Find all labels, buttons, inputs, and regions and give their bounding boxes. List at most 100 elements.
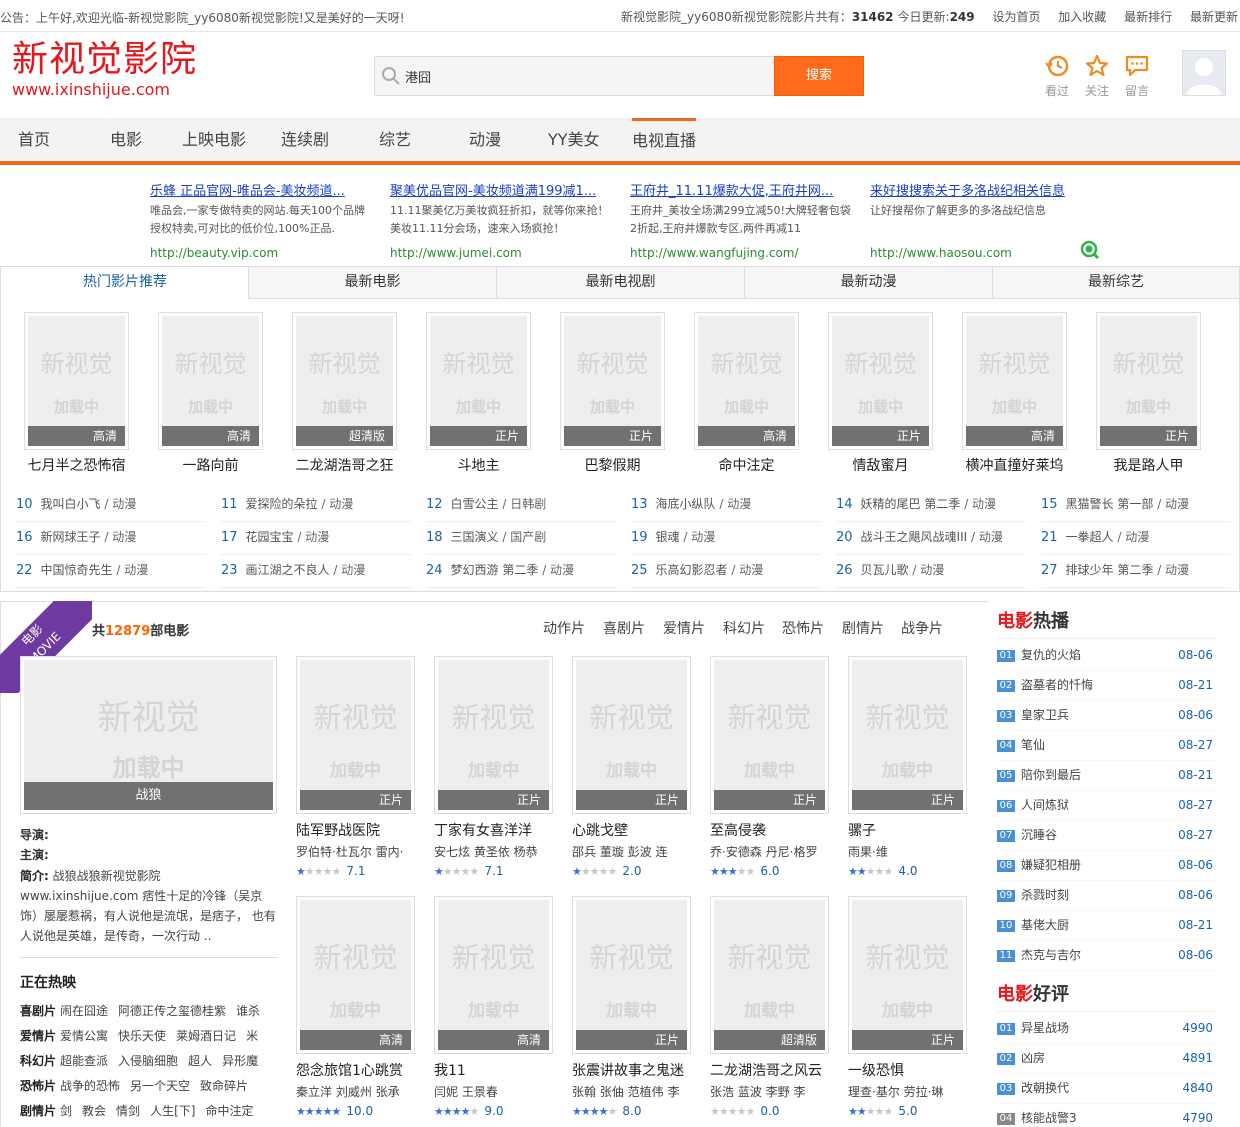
rank-title[interactable]: 白雪公主 — [451, 497, 499, 511]
rank-genre[interactable]: 动漫 — [727, 497, 751, 511]
poster-title[interactable]: 情敌蜜月 — [814, 455, 947, 475]
ad-url[interactable]: http://www.haosou.com — [870, 246, 1100, 260]
rank-title[interactable]: 战斗王之飓风战魂III — [861, 530, 968, 544]
hot-list-item[interactable]: 10 基佬大厨 08-21 — [997, 911, 1217, 941]
now-playing-label[interactable]: 剧情片 — [20, 1104, 56, 1118]
movie-poster[interactable]: 新视觉 加载中 正片 — [426, 312, 531, 450]
poster-title[interactable]: 一路向前 — [144, 455, 277, 475]
hot-list-title[interactable]: 基佬大厨 — [1021, 918, 1069, 932]
rank-title[interactable]: 一拳超人 — [1066, 530, 1114, 544]
nav-yy-beauty[interactable]: YY美女 — [548, 118, 600, 161]
category-scifi[interactable]: 科幻片 — [723, 618, 765, 638]
movie-poster[interactable]: 新视觉 加载中 正片 — [434, 656, 553, 814]
now-playing-item[interactable]: 另一个天空 — [130, 1079, 190, 1093]
now-playing-item[interactable]: 战争的恐怖 — [60, 1079, 120, 1093]
hot-list-item[interactable]: 03 皇家卫兵 08-06 — [997, 701, 1217, 731]
good-list-title[interactable]: 异星战场 — [1021, 1021, 1069, 1035]
rank-title[interactable]: 乐高幻影忍者 — [656, 563, 728, 577]
history-button[interactable]: 看过 — [1042, 54, 1072, 99]
now-playing-label[interactable]: 科幻片 — [20, 1054, 56, 1068]
poster-title[interactable]: 巴黎假期 — [546, 455, 679, 475]
tab-latest-tv[interactable]: 最新电视剧 — [496, 267, 744, 299]
movie-title[interactable]: 一级恐惧 — [848, 1060, 904, 1080]
poster-title[interactable]: 斗地主 — [412, 455, 545, 475]
rank-title[interactable]: 梦幻西游 第二季 — [451, 563, 539, 577]
movie-poster[interactable]: 新视觉 加载中 正片 — [848, 656, 967, 814]
hot-list-title[interactable]: 人间炼狱 — [1021, 798, 1069, 812]
good-list-item[interactable]: 04 核能战警3 4790 — [997, 1104, 1217, 1127]
rank-title[interactable]: 爱探险的朵拉 — [246, 497, 318, 511]
latest-rank-link[interactable]: 最新排行 — [1124, 10, 1172, 24]
movie-title[interactable]: 我11 — [434, 1060, 466, 1080]
now-playing-item[interactable]: 谁杀 — [236, 1004, 260, 1018]
hot-list-item[interactable]: 11 杰克与吉尔 08-06 — [997, 941, 1217, 971]
tab-latest-variety[interactable]: 最新综艺 — [992, 267, 1239, 299]
rank-title[interactable]: 黑猫警长 第一部 — [1066, 497, 1154, 511]
now-playing-item[interactable]: 快乐天使 — [118, 1029, 166, 1043]
rank-title[interactable]: 排球少年 第二季 — [1066, 563, 1154, 577]
ad-title[interactable]: 聚美优品官网-美妆频道满199减1... — [390, 180, 615, 198]
category-war[interactable]: 战争片 — [901, 618, 943, 638]
now-playing-item[interactable]: 超能查派 — [60, 1054, 108, 1068]
rank-genre[interactable]: 动漫 — [1165, 497, 1189, 511]
rank-genre[interactable]: 动漫 — [972, 497, 996, 511]
now-playing-label[interactable]: 恐怖片 — [20, 1079, 56, 1093]
poster-title[interactable]: 我是路人甲 — [1082, 455, 1215, 475]
movie-poster[interactable]: 新视觉 加载中 正片 — [848, 896, 967, 1054]
rank-item[interactable]: 15 黑猫警长 第一部 / 动漫 — [1041, 494, 1231, 522]
hot-list-title[interactable]: 笔仙 — [1021, 738, 1045, 752]
rank-genre[interactable]: 动漫 — [112, 530, 136, 544]
rank-item[interactable]: 17 花园宝宝 / 动漫 — [221, 527, 411, 555]
hot-list-item[interactable]: 05 陪你到最后 08-21 — [997, 761, 1217, 791]
ad-item[interactable]: 乐蜂 正品官网-唯品会-美妆频道... 唯品会,一家专做特卖的网站.每天100个… — [150, 180, 375, 260]
nav-variety[interactable]: 综艺 — [379, 118, 411, 161]
nav-anime[interactable]: 动漫 — [469, 118, 501, 161]
site-logo[interactable]: 新视觉影院 www.ixinshijue.com — [12, 42, 197, 100]
hot-list-title[interactable]: 陪你到最后 — [1021, 768, 1081, 782]
now-playing-item[interactable]: 阿德正传之玺德桂紫 — [118, 1004, 226, 1018]
ad-url[interactable]: http://beauty.vip.com — [150, 246, 375, 260]
rank-title[interactable]: 新网球王子 — [41, 530, 101, 544]
rank-genre[interactable]: 日韩剧 — [510, 497, 546, 511]
hot-list-item[interactable]: 02 盗墓者的忏悔 08-21 — [997, 671, 1217, 701]
rank-title[interactable]: 海底小纵队 — [656, 497, 716, 511]
now-playing-label[interactable]: 喜剧片 — [20, 1004, 56, 1018]
movie-poster[interactable]: 新视觉 加载中 超清版 — [292, 312, 397, 450]
now-playing-item[interactable]: 异形魔 — [222, 1054, 258, 1068]
rank-genre[interactable]: 动漫 — [691, 530, 715, 544]
rank-item[interactable]: 26 贝瓦儿歌 / 动漫 — [836, 560, 1026, 588]
rank-item[interactable]: 14 妖精的尾巴 第二季 / 动漫 — [836, 494, 1026, 522]
category-romance[interactable]: 爱情片 — [663, 618, 705, 638]
rank-title[interactable]: 银魂 — [656, 530, 680, 544]
rank-genre[interactable]: 动漫 — [124, 563, 148, 577]
rank-item[interactable]: 21 一拳超人 / 动漫 — [1041, 527, 1231, 555]
hot-list-title[interactable]: 皇家卫兵 — [1021, 708, 1069, 722]
hot-list-title[interactable]: 嫌疑犯相册 — [1021, 858, 1081, 872]
hot-list-item[interactable]: 07 沉睡谷 08-27 — [997, 821, 1217, 851]
rank-genre[interactable]: 动漫 — [739, 563, 763, 577]
rank-item[interactable]: 18 三国演义 / 国产剧 — [426, 527, 616, 555]
now-playing-item[interactable]: 致命碎片 — [200, 1079, 248, 1093]
movie-title[interactable]: 心跳戈壁 — [572, 820, 628, 840]
movie-title[interactable]: 怨念旅馆1心跳赏 — [296, 1060, 403, 1080]
nav-tv-live[interactable]: 电视直播 — [632, 118, 697, 161]
now-playing-label[interactable]: 爱情片 — [20, 1029, 56, 1043]
hot-list-title[interactable]: 杰克与吉尔 — [1021, 948, 1081, 962]
ad-title[interactable]: 乐蜂 正品官网-唯品会-美妆频道... — [150, 180, 375, 198]
movie-title[interactable]: 骡子 — [848, 820, 876, 840]
good-list-title[interactable]: 凶房 — [1021, 1051, 1045, 1065]
tab-latest-anime[interactable]: 最新动漫 — [744, 267, 992, 299]
movie-poster[interactable]: 新视觉 加载中 高清 — [296, 896, 415, 1054]
now-playing-item[interactable]: 闹在囧途 — [60, 1004, 108, 1018]
movie-title[interactable]: 至高侵袭 — [710, 820, 766, 840]
rank-genre[interactable]: 动漫 — [329, 497, 353, 511]
rank-genre[interactable]: 动漫 — [1165, 563, 1189, 577]
category-action[interactable]: 动作片 — [543, 618, 585, 638]
movie-poster[interactable]: 新视觉 加载中 正片 — [560, 312, 665, 450]
poster-title[interactable]: 二龙湖浩哥之狂 — [278, 455, 411, 475]
rank-genre[interactable]: 动漫 — [341, 563, 365, 577]
hot-list-item[interactable]: 06 人间炼狱 08-27 — [997, 791, 1217, 821]
rank-genre[interactable]: 动漫 — [920, 563, 944, 577]
movie-poster[interactable]: 新视觉 加载中 正片 — [828, 312, 933, 450]
nav-tv-series[interactable]: 连续剧 — [281, 118, 329, 161]
